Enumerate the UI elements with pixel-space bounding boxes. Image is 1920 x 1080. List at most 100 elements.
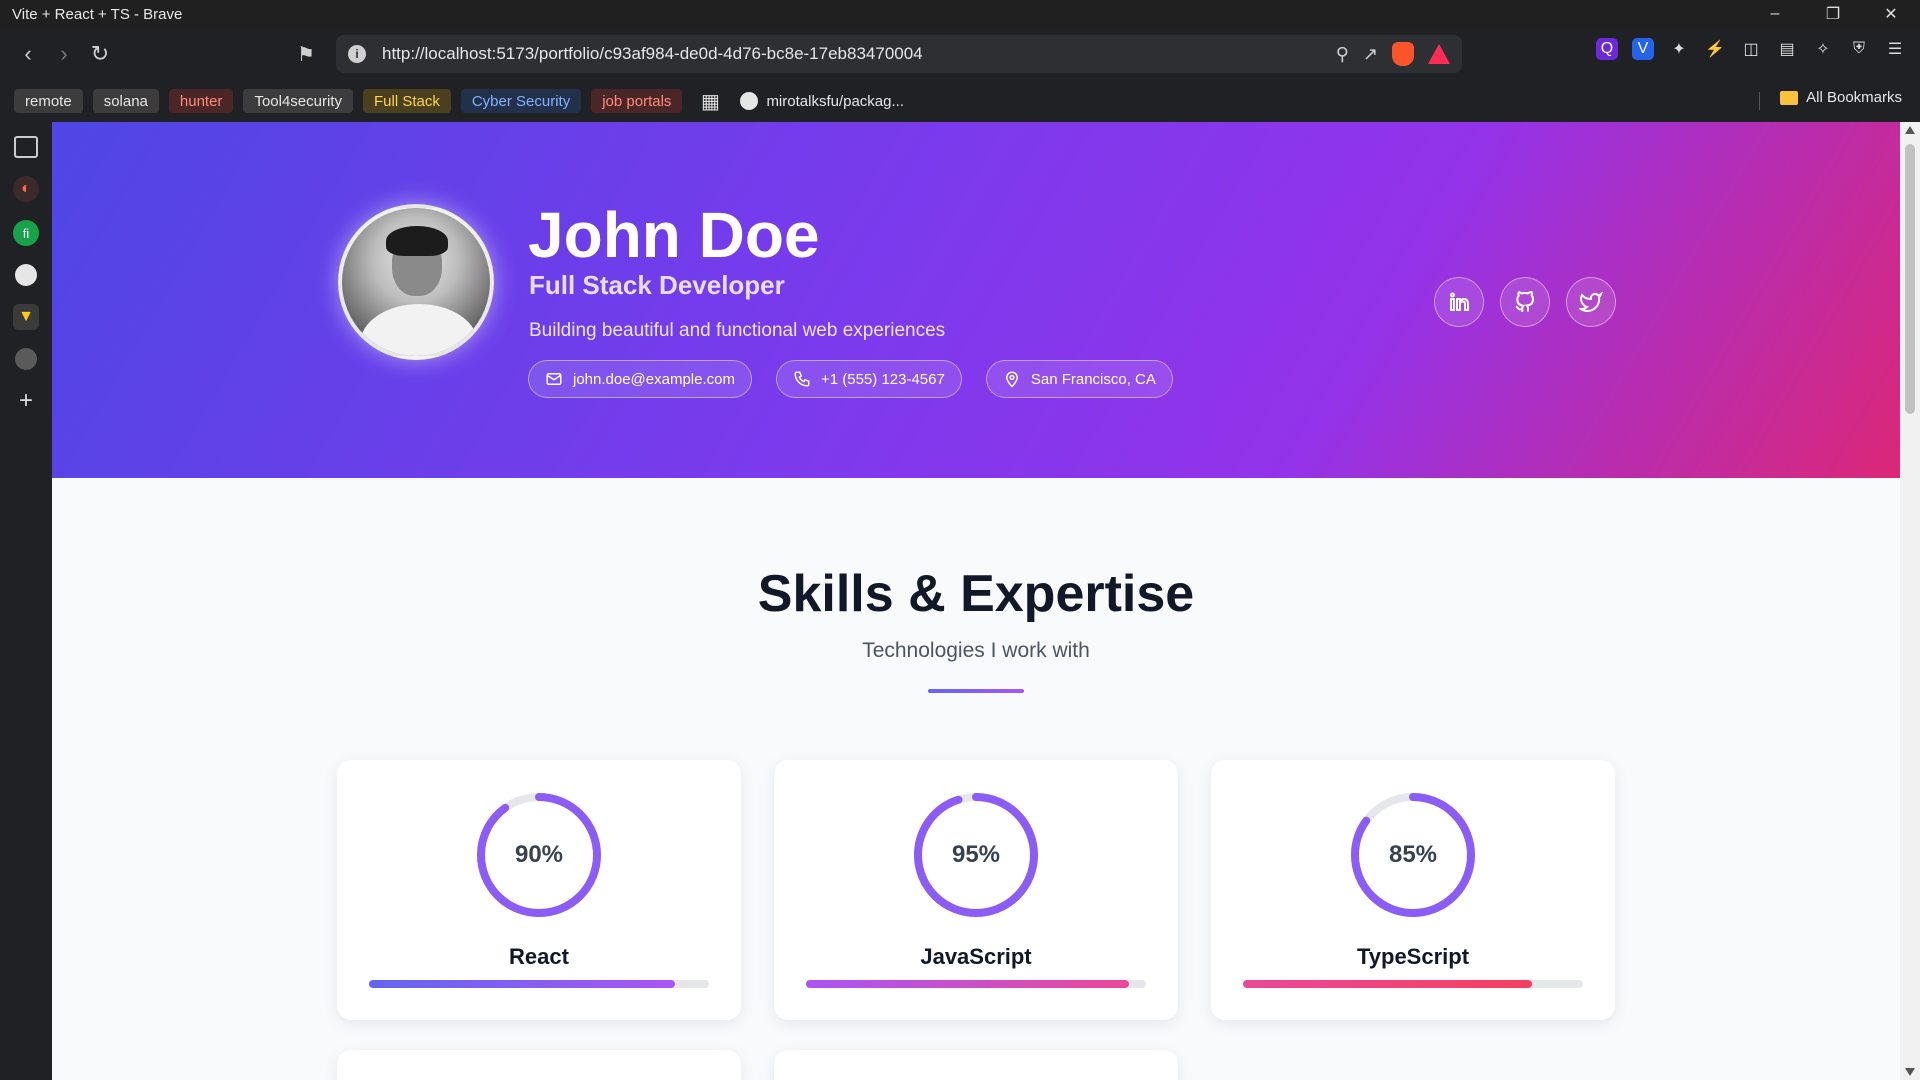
back-icon[interactable]: ‹: [10, 36, 46, 72]
window-controls: – ❐ ✕: [1746, 0, 1920, 28]
reload-icon[interactable]: ↻: [82, 36, 118, 72]
close-icon[interactable]: ✕: [1862, 0, 1920, 28]
browser-toolbar: ‹ › ↻ ⚑ i http://localhost:5173/portfoli…: [0, 28, 1920, 80]
bookmarks-bar: remote solana hunter Tool4security Full …: [0, 80, 1920, 122]
brave-rewards-icon[interactable]: [1428, 44, 1450, 64]
linkedin-icon: [1450, 292, 1469, 311]
bookmark-folder[interactable]: solana: [92, 89, 159, 113]
sidebar-fi-icon[interactable]: fi: [13, 220, 39, 246]
skill-progress-track: [1243, 980, 1583, 988]
sidebar-toggle-icon[interactable]: ◫: [1740, 38, 1762, 60]
social-links: [1434, 277, 1616, 327]
location-text: San Francisco, CA: [1030, 370, 1156, 388]
page-scrollbar[interactable]: [1900, 122, 1920, 1080]
contact-chips: john.doe@example.com +1 (555) 123-4567 S…: [528, 360, 1173, 398]
github-icon: [1515, 290, 1535, 312]
scroll-up-icon[interactable]: [1905, 126, 1915, 134]
window-title: Vite + React + TS - Brave: [12, 5, 183, 23]
skill-progress-track: [806, 980, 1146, 988]
skill-card: 95% JavaScript: [774, 760, 1178, 1020]
bookmark-page-icon[interactable]: ⚑: [288, 36, 324, 72]
skills-heading: Skills & Expertise: [757, 565, 1195, 623]
extension-v-icon[interactable]: V: [1632, 38, 1654, 60]
bookmark-folder[interactable]: Tool4security: [243, 89, 353, 113]
phone-chip[interactable]: +1 (555) 123-4567: [775, 360, 962, 398]
address-bar-icons: ⚲ ↗: [1336, 35, 1450, 73]
map-pin-icon: [1005, 371, 1018, 388]
skill-card: 85% TypeScript: [1211, 760, 1615, 1020]
sidebar-globe-icon[interactable]: [15, 348, 37, 370]
extensions-puzzle-icon[interactable]: ✦: [1668, 38, 1690, 60]
mail-icon: [546, 373, 562, 385]
bookmark-folder[interactable]: Full Stack: [362, 89, 451, 113]
minimize-icon[interactable]: –: [1746, 0, 1804, 28]
address-bar[interactable]: i http://localhost:5173/portfolio/c93af9…: [336, 35, 1462, 73]
apps-grid-icon[interactable]: ▦: [698, 89, 722, 113]
sidebar-add-icon[interactable]: +: [13, 387, 39, 414]
skills-underline: [928, 689, 1024, 693]
window-titlebar: Vite + React + TS - Brave – ❐ ✕: [0, 0, 1920, 28]
forward-icon[interactable]: ›: [46, 36, 82, 72]
sidebar-github-icon[interactable]: [15, 264, 37, 286]
menu-icon[interactable]: ☰: [1884, 38, 1906, 60]
bookmarks-divider: [1759, 92, 1760, 110]
wallet-icon[interactable]: ▤: [1776, 38, 1798, 60]
skill-percent: 90%: [514, 841, 564, 868]
skill-card: [337, 1050, 741, 1080]
scroll-down-icon[interactable]: [1905, 1068, 1915, 1076]
bookmark-folder[interactable]: job portals: [591, 89, 683, 113]
skill-progress-fill: [369, 980, 675, 988]
url-text[interactable]: http://localhost:5173/portfolio/c93af984…: [382, 44, 923, 64]
skills-subtitle: Technologies I work with: [862, 639, 1090, 662]
profile-tagline: Building beautiful and functional web ex…: [529, 320, 946, 341]
skill-progress-fill: [1243, 980, 1532, 988]
extension-bolt-icon[interactable]: ⚡: [1704, 38, 1726, 60]
skill-card: 90% React: [337, 760, 741, 1020]
restore-icon[interactable]: ❐: [1804, 0, 1862, 28]
skill-name: React: [509, 944, 569, 969]
skill-percent: 85%: [1388, 841, 1438, 868]
extension-q-icon[interactable]: Q: [1596, 38, 1618, 60]
phone-text: +1 (555) 123-4567: [820, 370, 945, 388]
brave-shields-icon[interactable]: [1392, 42, 1414, 66]
phone-icon: [794, 371, 810, 387]
page-viewport: John Doe Full Stack Developer Building b…: [52, 122, 1900, 1080]
skill-name: JavaScript: [920, 944, 1032, 969]
all-bookmarks-button[interactable]: All Bookmarks: [1780, 89, 1902, 106]
profile-name: John Doe: [528, 199, 820, 271]
bookmark-folder[interactable]: Cyber Security: [460, 89, 582, 113]
skill-progress-fill: [806, 980, 1129, 988]
location-chip[interactable]: San Francisco, CA: [985, 360, 1173, 398]
bookmark-github[interactable]: mirotalksfu/packag...: [740, 92, 904, 110]
share-icon[interactable]: ↗: [1363, 44, 1378, 65]
profile-role: Full Stack Developer: [529, 270, 785, 300]
browser-sidebar: ◐ fi ▼ +: [0, 122, 52, 1080]
folder-icon: [1780, 90, 1799, 105]
bookmark-folder[interactable]: remote: [14, 89, 83, 113]
leo-ai-icon[interactable]: ✧: [1812, 38, 1834, 60]
scrollbar-thumb[interactable]: [1905, 144, 1915, 414]
site-info-icon[interactable]: i: [348, 45, 366, 63]
github-icon: [740, 92, 759, 110]
github-button[interactable]: [1500, 277, 1550, 327]
twitter-icon: [1579, 291, 1603, 312]
sidebar-panel-icon[interactable]: [14, 136, 38, 158]
email-text: john.doe@example.com: [573, 370, 735, 388]
skill-progress-track: [369, 980, 709, 988]
zoom-icon[interactable]: ⚲: [1336, 44, 1349, 65]
twitter-button[interactable]: [1566, 277, 1616, 327]
skill-name: TypeScript: [1356, 944, 1470, 969]
email-chip[interactable]: john.doe@example.com: [528, 360, 752, 398]
sidebar-app-icon[interactable]: ◐: [13, 176, 39, 202]
all-bookmarks-label: All Bookmarks: [1806, 89, 1902, 106]
skill-percent: 95%: [951, 841, 1001, 868]
skill-card: [774, 1050, 1178, 1080]
linkedin-button[interactable]: [1434, 277, 1484, 327]
avatar: [338, 204, 494, 360]
bookmark-folder[interactable]: hunter: [168, 89, 234, 113]
profile-hero: John Doe Full Stack Developer Building b…: [52, 122, 1900, 478]
bookmark-github-label: mirotalksfu/packag...: [766, 92, 904, 110]
extensions-area: Q V ✦ ⚡ ◫ ▤ ✧ ⛨ ☰: [1596, 38, 1906, 60]
vpn-shield-icon[interactable]: ⛨: [1848, 38, 1870, 60]
sidebar-vite-icon[interactable]: ▼: [13, 304, 39, 330]
